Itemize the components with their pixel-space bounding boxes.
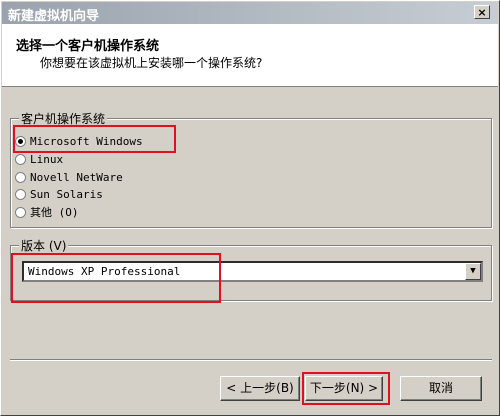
page-title: 选择一个客户机操作系统: [16, 39, 160, 54]
radio-label: Sun Solaris: [30, 187, 103, 201]
radio-novell-netware[interactable]: Novell NetWare: [15, 169, 123, 185]
close-icon[interactable]: ×: [474, 5, 490, 19]
window-title: 新建虚拟机向导: [8, 9, 100, 24]
radio-other[interactable]: 其他 (O): [15, 204, 79, 220]
version-select[interactable]: Windows XP Professional ▼: [22, 261, 483, 282]
title-bar: 新建虚拟机向导 ×: [2, 2, 498, 24]
radio-icon: [15, 188, 26, 200]
guest-os-group-label: 客户机操作系统: [19, 110, 108, 127]
guest-os-group: 客户机操作系统 Microsoft Windows Linux Novell N…: [10, 110, 492, 228]
chevron-down-icon[interactable]: ▼: [465, 263, 481, 280]
cancel-button[interactable]: 取消: [400, 376, 482, 401]
radio-linux[interactable]: Linux: [15, 151, 63, 167]
radio-icon: [15, 171, 26, 183]
radio-label: Microsoft Windows: [30, 134, 143, 148]
radio-label: 其他 (O): [30, 206, 79, 219]
new-vm-wizard-window: 新建虚拟机向导 × 选择一个客户机操作系统 你想要在该虚拟机上安装哪一个操作系统…: [0, 0, 500, 416]
wizard-header: 选择一个客户机操作系统 你想要在该虚拟机上安装哪一个操作系统?: [2, 24, 498, 87]
version-selected-value: Windows XP Professional: [28, 265, 181, 278]
button-divider: [10, 359, 492, 361]
version-group: 版本 (V) Windows XP Professional ▼: [10, 237, 492, 301]
radio-label: Linux: [30, 152, 64, 166]
radio-sun-solaris[interactable]: Sun Solaris: [15, 186, 103, 202]
next-button[interactable]: 下一步(N) >: [305, 376, 383, 401]
radio-microsoft-windows[interactable]: Microsoft Windows: [15, 133, 143, 149]
page-subtitle: 你想要在该虚拟机上安装哪一个操作系统?: [40, 56, 263, 70]
radio-icon: [15, 153, 26, 165]
back-button[interactable]: < 上一步(B): [220, 376, 300, 401]
radio-selected-icon: [15, 135, 26, 147]
radio-label: Novell NetWare: [30, 170, 123, 184]
version-group-label: 版本 (V): [19, 237, 69, 254]
radio-icon: [15, 206, 26, 218]
